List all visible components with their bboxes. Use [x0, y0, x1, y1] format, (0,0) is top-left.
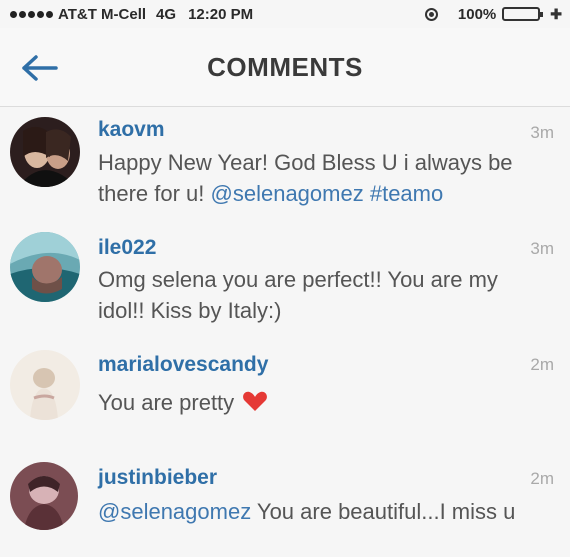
comments-screen: AT&T M-Cell 4G 12:20 PM 100% ✚ COMMENTS	[0, 0, 570, 557]
network-type: 4G	[156, 5, 177, 23]
heart-icon-svg	[243, 391, 268, 411]
heart-icon	[242, 389, 268, 421]
status-time: 12:20 PM	[188, 5, 254, 23]
comment-timestamp: 3m	[530, 123, 554, 142]
status-right-group: 100% ✚	[424, 0, 562, 28]
avatar[interactable]	[10, 350, 80, 420]
battery-percent: 100%	[457, 5, 497, 23]
mention-link[interactable]: @selenagomez	[211, 181, 364, 206]
hashtag-link[interactable]: #teamo	[370, 181, 443, 206]
comment-item: ile022 3m Omg selena you are perfect!! Y…	[0, 222, 570, 337]
comment-item: kaovm 3m Happy New Year! God Bless U i a…	[0, 107, 570, 222]
mention-link[interactable]: @selenagomez	[98, 499, 251, 524]
comment-username[interactable]: marialovescandy	[98, 353, 268, 377]
location-icon	[424, 7, 438, 21]
comment-username[interactable]: justinbieber	[98, 466, 217, 490]
avatar-image	[10, 462, 78, 530]
avatar[interactable]	[10, 462, 78, 530]
status-bar: AT&T M-Cell 4G 12:20 PM 100% ✚	[0, 0, 570, 28]
comment-text: Happy New Year! God Bless U i always be …	[98, 147, 543, 209]
navigation-bar: COMMENTS	[0, 28, 570, 107]
comment-text: Omg selena you are perfect!! You are my …	[98, 267, 498, 323]
comment-username[interactable]: ile022	[98, 236, 156, 260]
avatar-image	[10, 350, 80, 420]
avatar[interactable]	[10, 232, 80, 302]
page-title: COMMENTS	[207, 52, 363, 82]
battery-tip	[540, 12, 544, 17]
comments-list: kaovm 3m Happy New Year! God Bless U i a…	[0, 107, 570, 557]
carrier-label: AT&T M-Cell	[58, 5, 147, 23]
comment-item: marialovescandy 2m You are pretty	[0, 337, 570, 452]
comment-timestamp: 2m	[530, 355, 554, 374]
comment-text: @selenagomez You are beautiful...I miss …	[98, 496, 543, 527]
avatar[interactable]	[10, 117, 80, 187]
signal-dots-icon	[10, 10, 53, 18]
comment-text: You are pretty	[98, 387, 543, 421]
charging-icon: ✚	[550, 5, 562, 22]
comment-message: You are pretty	[98, 390, 235, 415]
battery-icon	[502, 7, 544, 21]
avatar-image	[10, 117, 80, 187]
comment-message: You are beautiful...I miss u	[256, 499, 516, 524]
comment-username[interactable]: kaovm	[98, 118, 165, 142]
avatar-image	[10, 232, 80, 302]
comment-item: justinbieber 2m @selenagomez You are bea…	[0, 452, 570, 557]
comment-timestamp: 3m	[530, 239, 554, 258]
comment-timestamp: 2m	[530, 469, 554, 488]
